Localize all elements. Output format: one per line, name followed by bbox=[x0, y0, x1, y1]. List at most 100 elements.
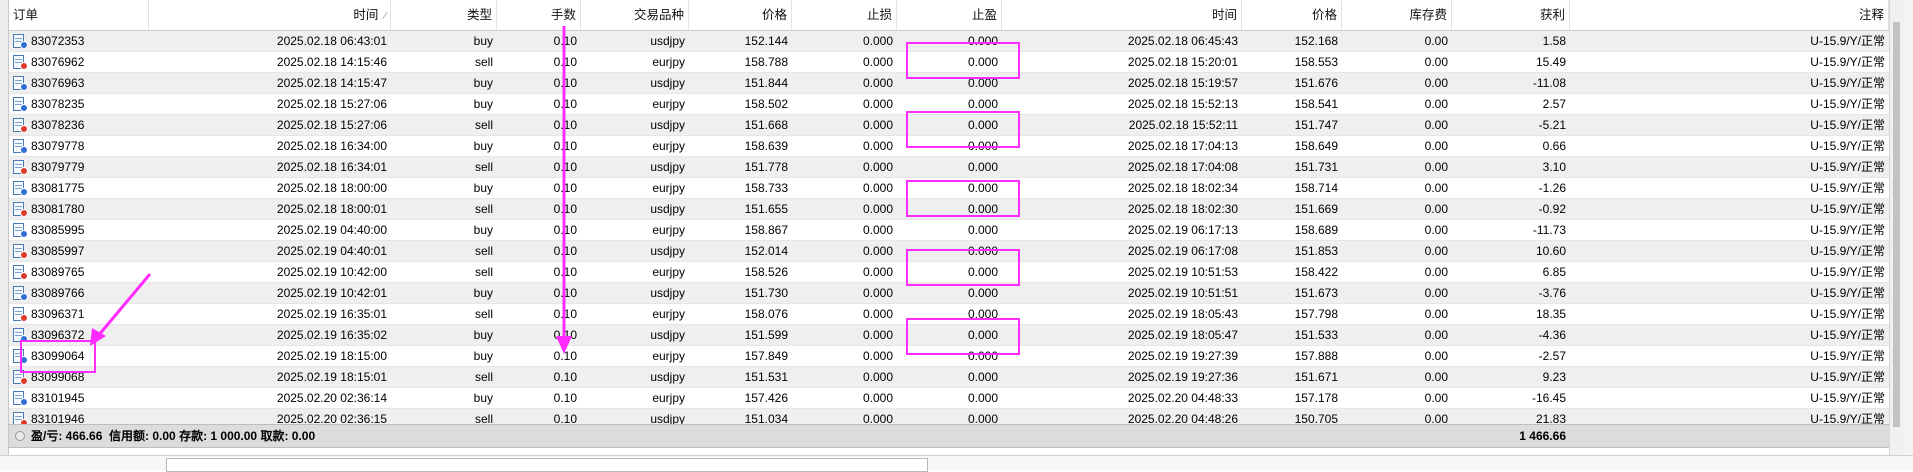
table-row[interactable]: 83076963 2025.02.18 14:15:47 buy 0.10 usdjpy… bbox=[9, 73, 1889, 94]
cell-time: 2025.02.18 14:15:46 bbox=[276, 55, 387, 69]
cell-profit: -11.73 bbox=[1532, 223, 1566, 237]
cell-sl: 0.000 bbox=[862, 118, 893, 132]
table-row[interactable]: 83078236 2025.02.18 15:27:06 sell 0.10 usdjp… bbox=[9, 115, 1889, 136]
cell-time: 2025.02.19 04:40:00 bbox=[276, 223, 387, 237]
header-comment[interactable]: 注释 bbox=[1570, 0, 1889, 30]
cell-price: 157.426 bbox=[744, 391, 788, 405]
table-row[interactable]: 83096371 2025.02.19 16:35:01 sell 0.10 eurjp… bbox=[9, 304, 1889, 325]
cell-lots: 0.10 bbox=[553, 265, 577, 279]
header-close-price[interactable]: 价格 bbox=[1242, 0, 1342, 30]
cell-close-time: 2025.02.18 15:52:11 bbox=[1128, 118, 1238, 132]
cell-close-price: 157.798 bbox=[1294, 307, 1338, 321]
cell-close-price: 151.673 bbox=[1294, 286, 1338, 300]
account-history-window: 订单 时间 ⁄ 类型 手数 交易品种 价格 止损 止盈 时间 价格 库存费 获利 … bbox=[0, 0, 1913, 472]
cell-tp: 0.000 bbox=[967, 34, 998, 48]
sell-dot-icon bbox=[20, 125, 28, 133]
cell-order: 83081780 bbox=[9, 199, 149, 219]
table-row[interactable]: 83089766 2025.02.19 10:42:01 buy 0.10 usdjpy… bbox=[9, 283, 1889, 304]
cell-lots: 0.10 bbox=[553, 76, 577, 90]
cell-price: 157.849 bbox=[744, 349, 788, 363]
cell-type: sell bbox=[474, 244, 493, 258]
cell-time: 2025.02.19 10:42:00 bbox=[276, 265, 387, 279]
cell-lots: 0.10 bbox=[553, 55, 577, 69]
header-order[interactable]: 订单 bbox=[9, 0, 149, 30]
cell-type: buy bbox=[473, 349, 493, 363]
cell-sl: 0.000 bbox=[862, 244, 893, 258]
cell-tp: 0.000 bbox=[967, 391, 998, 405]
header-swap[interactable]: 库存费 bbox=[1342, 0, 1452, 30]
table-row[interactable]: 83072353 2025.02.18 06:43:01 buy 0.10 usdjpy… bbox=[9, 31, 1889, 52]
table-row[interactable]: 83079778 2025.02.18 16:34:00 buy 0.10 eurjpy… bbox=[9, 136, 1889, 157]
cell-price: 152.014 bbox=[744, 244, 788, 258]
header-lots[interactable]: 手数 bbox=[497, 0, 581, 30]
table-row[interactable]: 83085995 2025.02.19 04:40:00 buy 0.10 eurjpy… bbox=[9, 220, 1889, 241]
cell-tp: 0.000 bbox=[967, 307, 998, 321]
header-close-time[interactable]: 时间 bbox=[1002, 0, 1242, 30]
cell-close-time: 2025.02.19 10:51:51 bbox=[1127, 286, 1238, 300]
cell-time: 2025.02.19 16:35:01 bbox=[276, 307, 387, 321]
cell-type: buy bbox=[473, 97, 493, 111]
cell-close-time: 2025.02.19 10:51:53 bbox=[1127, 265, 1238, 279]
cell-comment: U-15.9/Y/正常 bbox=[1810, 118, 1885, 132]
cell-swap: 0.00 bbox=[1424, 370, 1448, 384]
cell-time: 2025.02.20 02:36:14 bbox=[276, 391, 387, 405]
cell-order: 83096372 bbox=[9, 325, 149, 345]
cell-swap: 0.00 bbox=[1424, 286, 1448, 300]
cell-close-time: 2025.02.18 18:02:34 bbox=[1127, 181, 1238, 195]
header-type[interactable]: 类型 bbox=[391, 0, 497, 30]
table-row[interactable]: 83081775 2025.02.18 18:00:00 buy 0.10 eurjpy… bbox=[9, 178, 1889, 199]
table-row[interactable]: 83076962 2025.02.18 14:15:46 sell 0.10 eurjp… bbox=[9, 52, 1889, 73]
header-open-time[interactable]: 时间 ⁄ bbox=[149, 0, 391, 30]
cell-profit: -3.76 bbox=[1538, 286, 1566, 300]
cell-lots: 0.10 bbox=[553, 202, 577, 216]
cell-symbol: usdjpy bbox=[650, 118, 685, 132]
cell-close-price: 151.671 bbox=[1294, 370, 1338, 384]
cell-lots: 0.10 bbox=[553, 181, 577, 195]
cell-comment: U-15.9/Y/正常 bbox=[1810, 265, 1885, 279]
table-row[interactable]: 83096372 2025.02.19 16:35:02 buy 0.10 usdjpy… bbox=[9, 325, 1889, 346]
cell-order: 83085997 bbox=[9, 241, 149, 261]
cell-profit: 15.49 bbox=[1535, 55, 1566, 69]
table-row[interactable]: 83078235 2025.02.18 15:27:06 buy 0.10 eurjpy… bbox=[9, 94, 1889, 115]
cell-comment: U-15.9/Y/正常 bbox=[1810, 244, 1885, 258]
cell-close-time: 2025.02.20 04:48:33 bbox=[1127, 391, 1238, 405]
cell-order: 83078235 bbox=[9, 94, 149, 114]
bottom-input-box[interactable] bbox=[166, 458, 928, 472]
cell-comment: U-15.9/Y/正常 bbox=[1810, 328, 1885, 342]
table-row[interactable]: 83099064 2025.02.19 18:15:00 buy 0.10 eurjpy… bbox=[9, 346, 1889, 367]
table-row[interactable]: 83081780 2025.02.18 18:00:01 sell 0.10 usdjp… bbox=[9, 199, 1889, 220]
header-open-price[interactable]: 价格 bbox=[689, 0, 792, 30]
cell-price: 158.867 bbox=[744, 223, 788, 237]
cell-lots: 0.10 bbox=[553, 244, 577, 258]
table-row[interactable]: 83089765 2025.02.19 10:42:00 sell 0.10 eurjp… bbox=[9, 262, 1889, 283]
header-profit[interactable]: 获利 bbox=[1452, 0, 1570, 30]
cell-profit: -5.21 bbox=[1538, 118, 1566, 132]
table-row[interactable]: 83099068 2025.02.19 18:15:01 sell 0.10 usdjp… bbox=[9, 367, 1889, 388]
cell-lots: 0.10 bbox=[553, 118, 577, 132]
cell-sl: 0.000 bbox=[862, 139, 893, 153]
header-open-time-label: 时间 bbox=[353, 8, 379, 22]
cell-profit: -16.45 bbox=[1531, 391, 1566, 405]
cell-comment: U-15.9/Y/正常 bbox=[1810, 349, 1885, 363]
cell-swap: 0.00 bbox=[1424, 76, 1448, 90]
order-number: 83079778 bbox=[31, 139, 85, 153]
scrollbar-thumb[interactable] bbox=[1893, 22, 1900, 427]
buy-dot-icon bbox=[20, 335, 28, 343]
cell-close-time: 2025.02.19 18:05:47 bbox=[1127, 328, 1238, 342]
table-row[interactable]: 83085997 2025.02.19 04:40:01 sell 0.10 usdjp… bbox=[9, 241, 1889, 262]
cell-type: buy bbox=[473, 34, 493, 48]
cell-close-price: 151.853 bbox=[1294, 244, 1338, 258]
table-row[interactable]: 83079779 2025.02.18 16:34:01 sell 0.10 usdjp… bbox=[9, 157, 1889, 178]
cell-type: buy bbox=[473, 181, 493, 195]
cell-tp: 0.000 bbox=[967, 265, 998, 279]
vertical-scrollbar[interactable] bbox=[1889, 0, 1904, 455]
header-take-profit[interactable]: 止盈 bbox=[897, 0, 1002, 30]
cell-sl: 0.000 bbox=[862, 97, 893, 111]
sell-dot-icon bbox=[20, 251, 28, 259]
cell-profit: -1.26 bbox=[1538, 181, 1566, 195]
table-row[interactable]: 83101945 2025.02.20 02:36:14 buy 0.10 eurjpy… bbox=[9, 388, 1889, 409]
cell-close-price: 158.541 bbox=[1294, 97, 1338, 111]
header-symbol[interactable]: 交易品种 bbox=[581, 0, 689, 30]
cell-close-time: 2025.02.18 18:02:30 bbox=[1127, 202, 1238, 216]
header-stop-loss[interactable]: 止损 bbox=[792, 0, 897, 30]
